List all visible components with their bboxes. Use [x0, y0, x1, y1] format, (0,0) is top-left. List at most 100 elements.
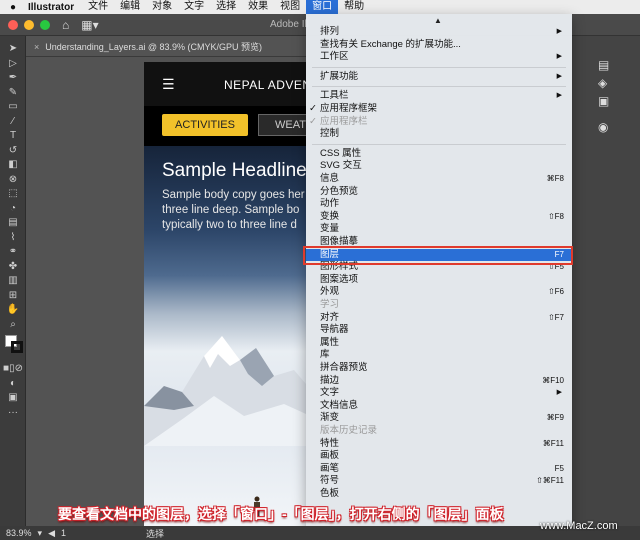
window-menu-item[interactable]: 渐变 ⌘F9: [306, 412, 572, 425]
zoom-tool-icon[interactable]: ⌕: [0, 318, 26, 333]
artboard-number[interactable]: 1: [61, 528, 66, 538]
paintbrush-tool-icon[interactable]: ⁄: [0, 115, 26, 130]
zoom-dropdown-icon[interactable]: ▾: [38, 528, 43, 539]
curvature-tool-icon[interactable]: ✎: [0, 86, 26, 101]
drawing-mode-icon[interactable]: ◐: [0, 377, 26, 392]
window-menu-item[interactable]: 变量: [306, 223, 572, 236]
window-menu-item[interactable]: 查找有关 Exchange 的扩展功能...: [306, 39, 572, 52]
stroke-swatch[interactable]: [11, 341, 23, 353]
color-panel-icon[interactable]: ◉: [598, 120, 608, 134]
artboard-tool-icon[interactable]: ⊞: [0, 289, 26, 304]
window-menu-item[interactable]: 文档信息: [306, 400, 572, 413]
app-name-menu[interactable]: Illustrator: [26, 2, 82, 13]
window-menu-item-label: 图案选项: [320, 273, 359, 285]
direct-selection-tool-icon[interactable]: ▷: [0, 57, 26, 72]
window-menu-item[interactable]: 导航器: [306, 324, 572, 337]
width-tool-icon[interactable]: ⊗: [0, 173, 26, 188]
menu-shortcut: ⌘F10: [542, 375, 564, 385]
hand-tool-icon[interactable]: ✋: [0, 303, 26, 318]
window-menu-item[interactable]: 描边 ⌘F10: [306, 375, 572, 388]
graph-tool-icon[interactable]: ▥: [0, 274, 26, 289]
window-menu-item[interactable]: 画板: [306, 450, 572, 463]
screen-mode-icon[interactable]: ▣: [0, 391, 26, 406]
menu-file[interactable]: 文件: [82, 0, 114, 14]
artboard-nav-icon[interactable]: ◀: [48, 528, 55, 539]
window-menu-item[interactable]: 文字 ▶: [306, 387, 572, 400]
tutorial-caption: 要查看文档中的图层，选择「窗口」-「图层」，打开右侧的「图层」面板: [58, 506, 504, 522]
zoom-window-button[interactable]: [40, 19, 50, 30]
home-icon[interactable]: ⌂: [62, 18, 69, 32]
window-menu-item[interactable]: 特性 ⌘F11: [306, 438, 572, 451]
window-menu-item[interactable]: 拼合器预览: [306, 362, 572, 375]
window-menu-item[interactable]: 分色预览: [306, 186, 572, 199]
more-tools-icon[interactable]: ···: [0, 406, 26, 421]
window-menu-item[interactable]: 外观 ⇧F6: [306, 286, 572, 299]
rotate-tool-icon[interactable]: ↺: [0, 144, 26, 159]
rectangle-tool-icon[interactable]: ▭: [0, 100, 26, 115]
window-menu-item[interactable]: 符号 ⇧⌘F11: [306, 475, 572, 488]
menu-edit[interactable]: 编辑: [114, 0, 146, 14]
color-mode-icon[interactable]: ■▯⊘: [0, 362, 26, 377]
menu-view[interactable]: 视图: [274, 0, 306, 14]
menu-type[interactable]: 文字: [178, 0, 210, 14]
window-menu-item-label: 导航器: [320, 324, 349, 336]
window-menu-item[interactable]: SVG 交互: [306, 160, 572, 173]
hero-body-line: typically two to three line d: [162, 219, 297, 231]
window-menu-item[interactable]: 动作: [306, 198, 572, 211]
menu-effect[interactable]: 效果: [242, 0, 274, 14]
window-menu-item[interactable]: 画笔 F5: [306, 463, 572, 476]
window-menu-item[interactable]: 排列 ▶: [306, 26, 572, 39]
window-menu-item[interactable]: 工作区 ▶: [306, 51, 572, 64]
window-menu-item-label: CSS 属性: [320, 147, 362, 159]
canvas[interactable]: ☰ NEPAL ADVEN ACTIVITIES WEAT Sample Hea…: [26, 58, 306, 526]
minimize-window-button[interactable]: [24, 19, 34, 30]
layers-panel-icon[interactable]: ◈: [598, 76, 607, 90]
artboard-header: ☰ NEPAL ADVEN: [144, 62, 306, 106]
window-menu-item[interactable]: 变换 ⇧F8: [306, 211, 572, 224]
window-menu-item[interactable]: CSS 属性: [306, 148, 572, 161]
document-tab[interactable]: × Understanding_Layers.ai @ 83.9% (CMYK/G…: [26, 37, 306, 57]
pen-tool-icon[interactable]: ✒: [0, 71, 26, 86]
window-menu-item[interactable]: 库: [306, 349, 572, 362]
apple-icon[interactable]: ●: [0, 2, 26, 13]
scroll-up-arrow-icon[interactable]: ▲: [434, 16, 442, 25]
submenu-arrow-icon: ▶: [556, 92, 562, 100]
window-menu-item[interactable]: 工具栏 ▶: [306, 90, 572, 103]
window-menu-item[interactable]: 控制: [306, 128, 572, 141]
menu-help[interactable]: 帮助: [338, 0, 370, 14]
window-menu-item: ✓ 应用程序栏: [306, 116, 572, 129]
eraser-tool-icon[interactable]: ◧: [0, 158, 26, 173]
window-menu-item[interactable]: 信息 ⌘F8: [306, 173, 572, 186]
menu-object[interactable]: 对象: [146, 0, 178, 14]
selection-tool-icon[interactable]: ➤: [0, 42, 26, 57]
shape-builder-tool-icon[interactable]: ◔: [0, 202, 26, 217]
blend-tool-icon[interactable]: ⚭: [0, 245, 26, 260]
window-menu-item[interactable]: ✓ 应用程序框架: [306, 103, 572, 116]
artboard[interactable]: ☰ NEPAL ADVEN ACTIVITIES WEAT Sample Hea…: [144, 62, 306, 526]
window-menu-item[interactable]: 图案选项: [306, 274, 572, 287]
symbol-sprayer-tool-icon[interactable]: ✤: [0, 260, 26, 275]
window-menu-item-label: 排列: [320, 26, 340, 37]
libraries-panel-icon[interactable]: ▣: [598, 94, 609, 108]
window-menu-item-label: 分色预览: [320, 185, 359, 197]
eyedropper-tool-icon[interactable]: ⌇: [0, 231, 26, 246]
hero-headline: Sample Headline: [162, 160, 306, 181]
fill-stroke-swatches[interactable]: [0, 332, 25, 362]
close-tab-icon[interactable]: ×: [34, 42, 39, 52]
type-tool-icon[interactable]: T: [0, 129, 26, 144]
workspace-switcher-icon[interactable]: ▦▾: [81, 18, 98, 32]
zoom-level[interactable]: 83.9%: [6, 528, 32, 538]
hero-body-line: three line deep. Sample bo: [162, 204, 300, 216]
window-menu-item-label: 应用程序栏: [320, 115, 368, 127]
free-transform-tool-icon[interactable]: ⬚: [0, 187, 26, 202]
menu-window[interactable]: 窗口: [306, 0, 339, 14]
window-menu-item[interactable]: 色板: [306, 488, 572, 501]
layers-callout-box: [303, 246, 573, 265]
properties-panel-icon[interactable]: ▤: [598, 58, 609, 72]
window-menu-item[interactable]: 属性: [306, 337, 572, 350]
window-menu-item[interactable]: 扩展功能 ▶: [306, 71, 572, 84]
gradient-tool-icon[interactable]: ▤: [0, 216, 26, 231]
close-window-button[interactable]: [8, 19, 18, 30]
window-menu-item[interactable]: 对齐 ⇧F7: [306, 312, 572, 325]
menu-select[interactable]: 选择: [210, 0, 242, 14]
